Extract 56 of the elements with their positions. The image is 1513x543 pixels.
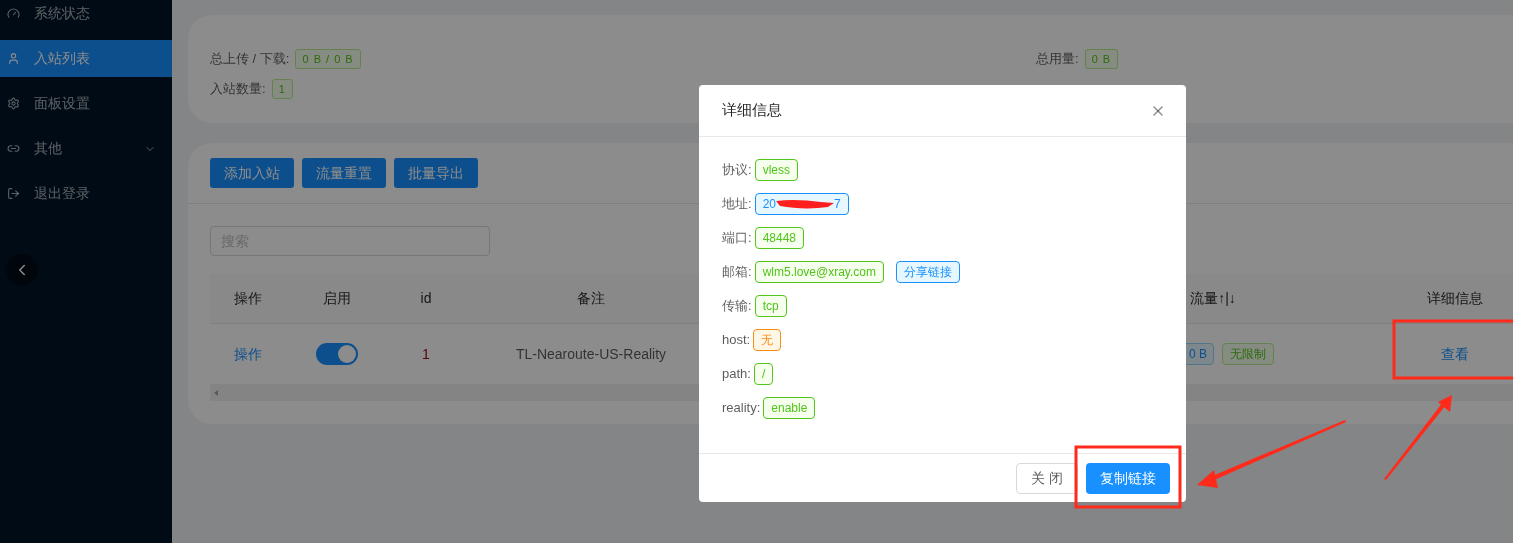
- value-tag: vless: [754, 159, 798, 181]
- column-header: 详细信息: [1427, 290, 1483, 306]
- enable-switch[interactable]: [316, 343, 358, 365]
- field-label: 邮箱:: [722, 263, 752, 282]
- menu-label: 系统状态: [34, 4, 91, 23]
- value-tag: tcp: [754, 295, 787, 317]
- toolbar-button[interactable]: 流量重置: [302, 158, 386, 188]
- menu-label: 入站列表: [34, 49, 91, 68]
- stat-value-tag: 0 B: [1084, 49, 1119, 69]
- menu-icon: [7, 52, 20, 65]
- copy-link-button[interactable]: 复制链接: [1086, 462, 1170, 494]
- sidebar-item[interactable]: 系统状态: [0, 0, 172, 32]
- field-label: path:: [722, 365, 751, 384]
- value-tag: 48448: [754, 227, 804, 249]
- sidebar-item[interactable]: 退出登录: [0, 175, 172, 212]
- stat-value-tag: 1: [271, 79, 293, 99]
- close-button[interactable]: 关 闭: [1016, 462, 1078, 494]
- limit-tag: 无限制: [1222, 343, 1274, 365]
- field-label: 协议:: [722, 161, 752, 180]
- value-tag: enable: [763, 397, 816, 419]
- remark-cell: TL-Nearoute-US-Reality: [515, 345, 667, 362]
- menu-label: 退出登录: [34, 184, 91, 203]
- sidebar-item[interactable]: 入站列表: [0, 40, 172, 77]
- stat-label: 入站数量:: [210, 80, 266, 99]
- stat-value-tag: 0 B / 0 B: [295, 49, 361, 69]
- column-header: id: [420, 290, 432, 306]
- menu-label: 面板设置: [34, 94, 91, 113]
- dialog-title: 详细信息: [722, 100, 782, 121]
- field-label: reality:: [722, 399, 761, 418]
- column-header: 流量↑|↓: [1190, 290, 1236, 306]
- field-label: 地址:: [722, 195, 752, 214]
- collapse-button[interactable]: [6, 254, 38, 286]
- id-cell: 1: [422, 345, 430, 362]
- redaction-scribble: [776, 197, 834, 211]
- toolbar-button[interactable]: 添加入站: [210, 158, 294, 188]
- field-label: host:: [722, 331, 751, 350]
- value-tag: 无: [753, 329, 782, 351]
- sidebar-item[interactable]: 其他: [0, 130, 172, 167]
- toolbar-button[interactable]: 批量导出: [394, 158, 478, 188]
- scroll-left-icon[interactable]: [214, 389, 218, 396]
- column-header: 备注: [577, 290, 605, 306]
- stat-label: 总上传 / 下载:: [210, 50, 290, 69]
- share-link-tag[interactable]: 分享链接: [895, 261, 960, 283]
- view-link[interactable]: 查看: [1441, 345, 1469, 362]
- address-text: 20: [762, 196, 776, 213]
- sidebar-item[interactable]: 面板设置: [0, 85, 172, 122]
- stat-label: 总用量:: [1036, 50, 1079, 69]
- menu-label: 其他: [34, 139, 63, 158]
- column-header: 操作: [234, 290, 262, 306]
- value-tag: wlm5.love@xray.com: [754, 261, 884, 283]
- column-header: 启用: [323, 290, 351, 306]
- field-label: 传输:: [722, 297, 752, 316]
- address-text: 7: [834, 196, 841, 213]
- field-label: 端口:: [722, 229, 752, 248]
- value-tag: /: [753, 363, 774, 385]
- action-link[interactable]: 操作: [234, 345, 262, 362]
